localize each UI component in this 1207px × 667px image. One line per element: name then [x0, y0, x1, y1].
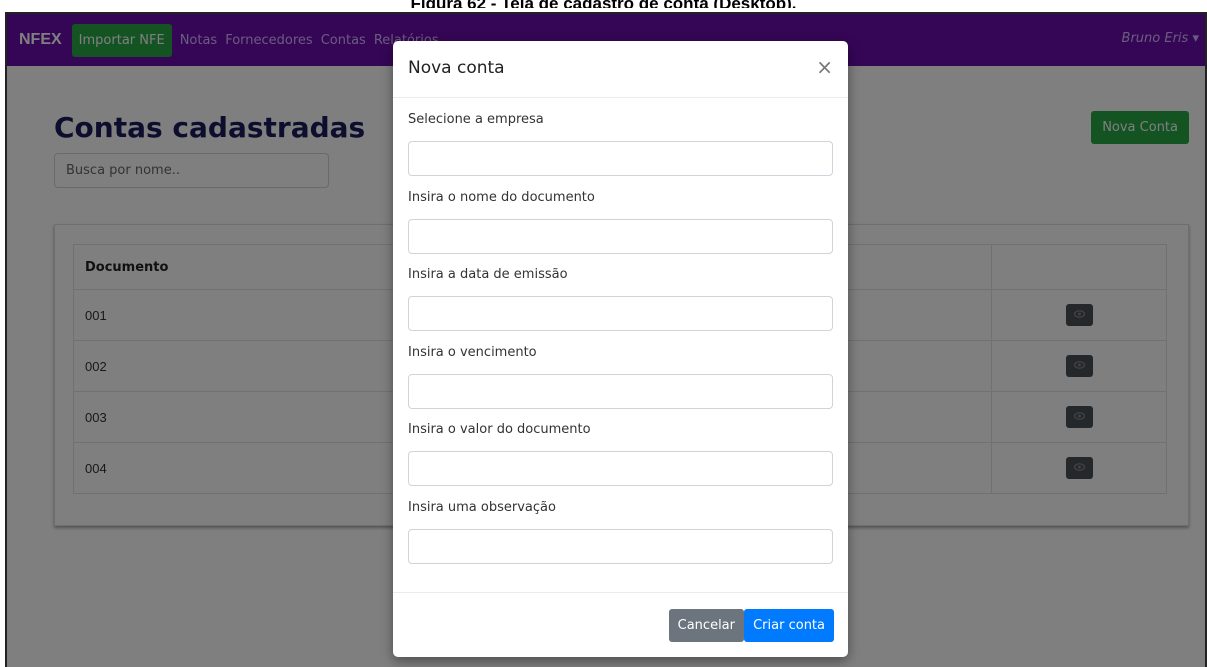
modal-footer: Cancelar Criar conta [393, 592, 848, 657]
cancel-button[interactable]: Cancelar [668, 609, 744, 642]
company-input[interactable] [408, 141, 833, 176]
document-name-field-group: Insira o nome do documento [408, 190, 833, 268]
new-account-modal: Nova conta × Selecione a empresa Insira … [393, 41, 848, 657]
document-name-input[interactable] [408, 218, 833, 254]
value-field-group: Insira o valor do documento [408, 422, 833, 500]
close-icon[interactable]: × [816, 55, 833, 79]
due-date-input[interactable] [408, 373, 833, 409]
due-date-label: Insira o vencimento [408, 344, 537, 360]
value-label: Insira o valor do documento [408, 422, 591, 437]
document-name-label: Insira o nome do documento [408, 189, 595, 205]
figure-caption: Figura 62 - Tela de cadastro de conta (D… [0, 0, 1207, 8]
modal-body: Selecione a empresa Insira o nome do doc… [393, 98, 848, 577]
note-label: Insira uma observação [408, 499, 556, 515]
issue-date-input[interactable] [408, 296, 833, 331]
issue-date-field-group: Insira a data de emissão [408, 267, 833, 345]
create-account-button[interactable]: Criar conta [744, 609, 834, 642]
company-field-group: Selecione a empresa [408, 112, 833, 190]
due-date-field-group: Insira o vencimento [408, 345, 833, 423]
note-field-group: Insira uma observação [408, 500, 833, 578]
modal-header: Nova conta × [393, 41, 848, 98]
company-label: Selecione a empresa [408, 112, 544, 127]
value-input[interactable] [408, 451, 833, 486]
app-window: NFEX Importar NFE Notas Fornecedores Con… [5, 12, 1207, 667]
modal-title: Nova conta [408, 58, 505, 78]
note-input[interactable] [408, 528, 833, 564]
issue-date-label: Insira a data de emissão [408, 267, 568, 282]
